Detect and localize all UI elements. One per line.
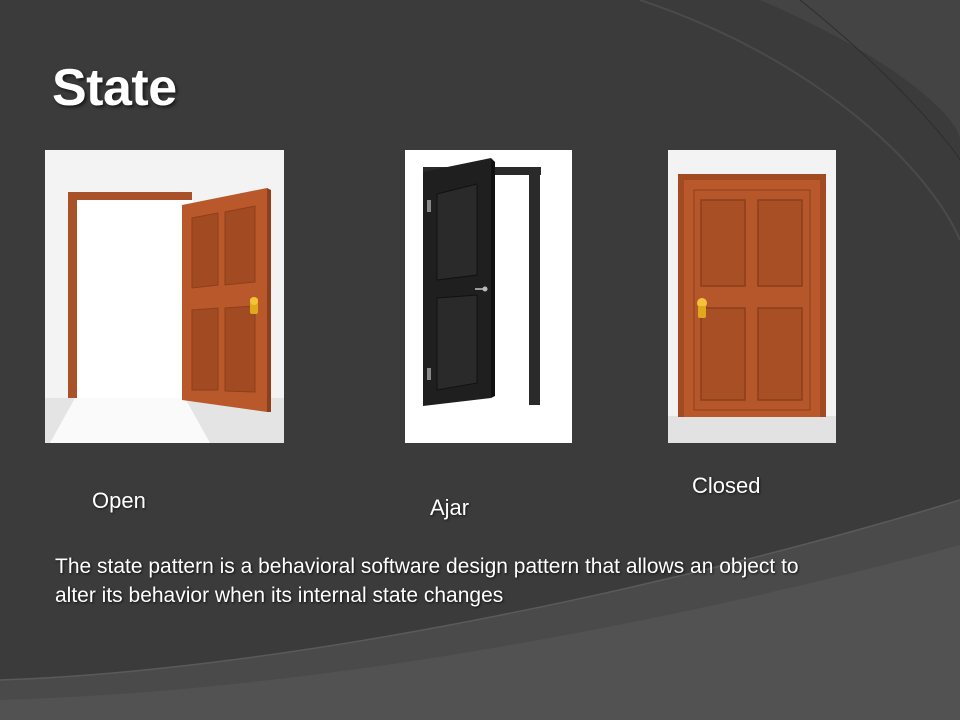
ajar-door-image xyxy=(405,150,572,443)
closed-door-image xyxy=(668,150,836,443)
open-door-image xyxy=(45,150,284,443)
slide: State Open Ajar Closed The state pattern… xyxy=(0,0,960,720)
description-text: The state pattern is a behavioral softwa… xyxy=(55,555,799,607)
caption-ajar: Ajar xyxy=(430,495,470,520)
caption-open: Open xyxy=(92,488,146,513)
slide-title: State xyxy=(52,59,177,117)
caption-closed: Closed xyxy=(692,473,761,498)
